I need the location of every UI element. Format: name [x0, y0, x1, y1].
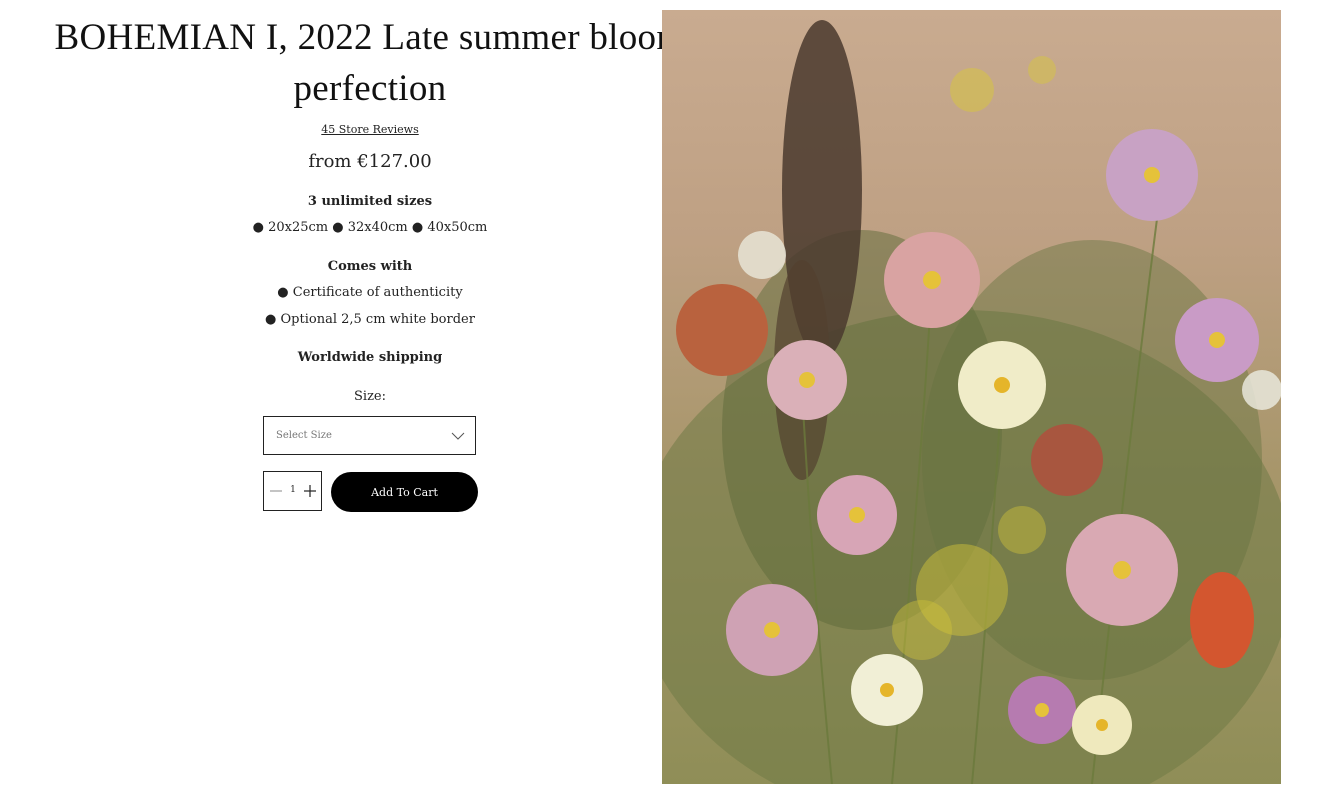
comes-with-item: ● Optional 2,5 cm white border [265, 312, 475, 327]
product-info: BOHEMIAN I, 2022 Late summer bloom perfe… [0, 0, 740, 800]
product-image[interactable] [662, 10, 1281, 784]
chevron-down-icon [451, 432, 465, 440]
size-select[interactable]: Select Size [263, 416, 476, 455]
minus-icon[interactable] [270, 485, 282, 497]
sizes-list: ● 20x25cm ● 32x40cm ● 40x50cm [252, 220, 488, 235]
size-label: Size: [354, 389, 386, 404]
store-reviews-link[interactable]: 45 Store Reviews [321, 123, 418, 136]
product-price: from €127.00 [308, 151, 432, 172]
shipping-info: Worldwide shipping [297, 350, 443, 365]
flower-artwork [662, 20, 1281, 784]
product-title: BOHEMIAN I, 2022 Late summer bloom perfe… [54, 17, 686, 109]
quantity-value[interactable]: 1 [286, 485, 300, 495]
quantity-stepper[interactable]: 1 [263, 471, 322, 511]
store-reviews: 45 Store Reviews [0, 123, 740, 136]
comes-with-item: ● Certificate of authenticity [277, 285, 463, 300]
comes-with-heading: Comes with [327, 259, 413, 274]
sizes-heading: 3 unlimited sizes [307, 194, 433, 209]
plus-icon[interactable] [304, 485, 316, 497]
add-to-cart-button[interactable]: Add To Cart [331, 472, 478, 512]
size-select-placeholder: Select Size [276, 430, 332, 441]
